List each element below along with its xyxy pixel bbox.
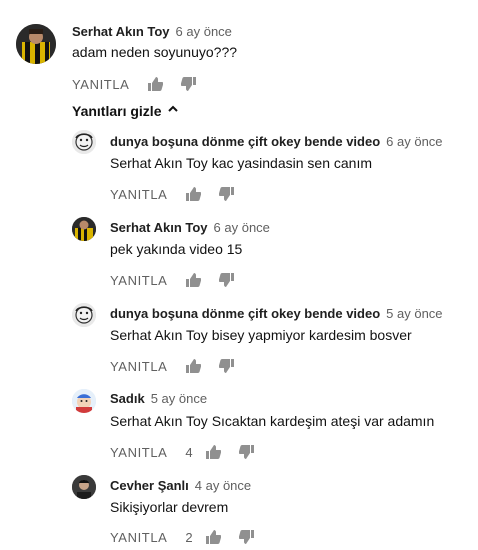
reply-time[interactable]: 6 ay önce xyxy=(214,220,270,235)
reply-text: Serhat Akın Toy Sıcaktan kardeşim ateşi … xyxy=(110,413,435,429)
reply-text: pek yakında video 15 xyxy=(110,241,243,257)
like-icon[interactable] xyxy=(147,76,164,92)
avatar[interactable] xyxy=(72,389,96,413)
like-icon[interactable] xyxy=(185,186,202,202)
comment-time[interactable]: 6 ay önce xyxy=(176,24,232,39)
dislike-icon[interactable] xyxy=(219,358,235,374)
reply-text: Serhat Akın Toy bisey yapmiyor kardesim … xyxy=(110,327,412,343)
reply-text: Sikişiyorlar devrem xyxy=(110,499,229,515)
reply-button[interactable]: YANITLA xyxy=(110,359,167,374)
dislike-icon[interactable] xyxy=(219,186,235,202)
like-icon[interactable] xyxy=(185,272,202,288)
like-count: 4 xyxy=(185,444,193,460)
reply-author[interactable]: dunya boşuna dönme çift okey bende video xyxy=(110,306,380,321)
comment-text: adam neden soyunuyo??? xyxy=(72,44,238,60)
reply-button[interactable]: YANITLA xyxy=(110,530,167,545)
reply-time[interactable]: 4 ay önce xyxy=(195,478,251,493)
reply-author[interactable]: Cevher Şanlı xyxy=(110,478,189,493)
reply-time[interactable]: 5 ay önce xyxy=(151,391,207,406)
avatar[interactable] xyxy=(72,130,96,154)
reply-text: Serhat Akın Toy kac yasindasin sen canım xyxy=(110,155,372,171)
dislike-icon[interactable] xyxy=(238,444,255,460)
reply-time[interactable]: 5 ay önce xyxy=(386,306,442,321)
reply-button[interactable]: YANITLA xyxy=(110,273,167,288)
cartoon-avatar-icon xyxy=(72,389,96,413)
avatar[interactable] xyxy=(72,303,96,327)
reply-author[interactable]: Sadık xyxy=(110,391,145,406)
reply-author[interactable]: Serhat Akın Toy xyxy=(110,220,208,235)
dislike-icon[interactable] xyxy=(219,272,235,288)
hide-replies-button[interactable]: Yanıtları gizle xyxy=(72,102,179,120)
avatar[interactable] xyxy=(72,217,96,241)
dislike-icon[interactable] xyxy=(181,76,197,92)
football-player-avatar-icon xyxy=(16,24,56,64)
football-player-avatar-icon xyxy=(72,217,96,241)
avatar[interactable] xyxy=(72,475,96,499)
avatar[interactable] xyxy=(16,24,56,64)
dislike-icon[interactable] xyxy=(238,529,255,545)
reply-button[interactable]: YANITLA xyxy=(110,445,167,460)
face-avatar-icon xyxy=(72,303,96,327)
like-icon[interactable] xyxy=(205,529,221,545)
reply-time[interactable]: 6 ay önce xyxy=(386,134,442,149)
like-icon[interactable] xyxy=(185,358,202,374)
like-count: 2 xyxy=(185,529,193,545)
reply-button[interactable]: YANITLA xyxy=(110,187,167,202)
hide-replies-label: Yanıtları gizle xyxy=(72,103,162,119)
reply-button[interactable]: YANITLA xyxy=(72,77,129,92)
like-icon[interactable] xyxy=(205,444,221,460)
person-avatar-icon xyxy=(72,475,96,499)
reply-author[interactable]: dunya boşuna dönme çift okey bende video xyxy=(110,134,380,149)
chevron-up-icon xyxy=(167,102,179,120)
comment-author[interactable]: Serhat Akın Toy xyxy=(72,24,170,39)
face-avatar-icon xyxy=(72,130,96,154)
